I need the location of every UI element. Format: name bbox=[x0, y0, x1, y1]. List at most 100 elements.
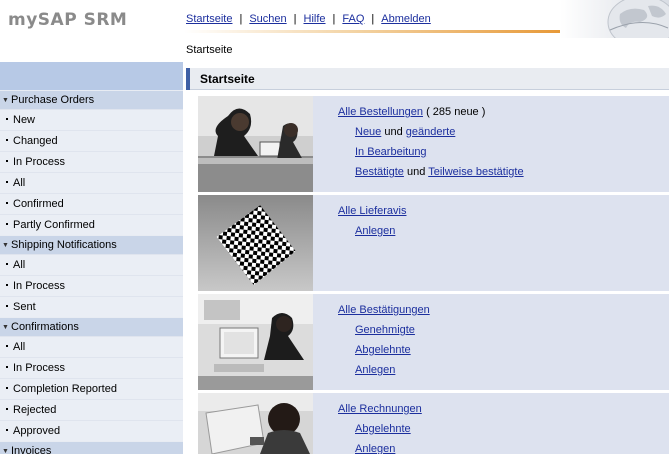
header: mySAP SRM Startseite | Suchen | Hilfe | FAQ | Ab… bbox=[0, 0, 669, 62]
sidebar-item-label: In Process bbox=[13, 280, 65, 292]
sidebar-item-conf-rejected[interactable]: Rejected bbox=[0, 399, 183, 420]
sidebar-item-label: In Process bbox=[13, 156, 65, 168]
sidebar-item-label: Sent bbox=[13, 301, 36, 313]
sidebar-item-po-all[interactable]: All bbox=[0, 172, 183, 193]
office-meeting-photo bbox=[198, 96, 313, 192]
shipping-links: Alle Lieferavis Anlegen bbox=[338, 205, 406, 245]
shipping-row-create: Anlegen bbox=[338, 225, 406, 245]
changed-orders-link[interactable]: geänderte bbox=[406, 126, 456, 138]
nav-separator: | bbox=[293, 13, 297, 25]
bullet-icon bbox=[6, 223, 8, 225]
orders-row-confirmed: Bestätigte und Teilweise bestätigte bbox=[338, 166, 524, 186]
nav-separator: | bbox=[371, 13, 375, 25]
sidebar-item-po-in-process[interactable]: In Process bbox=[0, 151, 183, 172]
shipping-row-all: Alle Lieferavis bbox=[338, 205, 406, 225]
invoices-row-rejected: Abgelehnte bbox=[338, 423, 422, 443]
and-text: und bbox=[406, 166, 426, 178]
main-content: Startseite Alle Bestellungen ( 285 neue … bbox=[186, 62, 669, 454]
confirmations-row-create: Anlegen bbox=[338, 364, 430, 384]
in-process-orders-link[interactable]: In Bearbeitung bbox=[355, 146, 427, 158]
sidebar-section-label: Purchase Orders bbox=[11, 94, 95, 106]
bullet-icon bbox=[6, 263, 8, 265]
nav-separator: | bbox=[332, 13, 336, 25]
title-accent-bar bbox=[186, 68, 190, 90]
all-shipping-notifications-link[interactable]: Alle Lieferavis bbox=[338, 205, 406, 217]
sidebar-section-invoices[interactable]: ▼ Invoices bbox=[0, 441, 183, 454]
nav-separator: | bbox=[239, 13, 243, 25]
all-confirmations-link[interactable]: Alle Bestätigungen bbox=[338, 304, 430, 316]
sidebar-item-conf-all[interactable]: All bbox=[0, 336, 183, 357]
sidebar-item-po-confirmed[interactable]: Confirmed bbox=[0, 193, 183, 214]
sidebar-item-sn-in-process[interactable]: In Process bbox=[0, 275, 183, 296]
sidebar-section-purchase-orders[interactable]: ▼ Purchase Orders bbox=[0, 90, 183, 109]
sidebar: ▼ Purchase Orders New Changed In Process … bbox=[0, 62, 183, 454]
bullet-icon bbox=[6, 305, 8, 307]
breadcrumb: Startseite bbox=[186, 44, 233, 56]
shipping-block: Alle Lieferavis Anlegen bbox=[198, 195, 669, 291]
sidebar-item-conf-completion-reported[interactable]: Completion Reported bbox=[0, 378, 183, 399]
bullet-icon bbox=[6, 284, 8, 286]
invoices-links: Alle Rechnungen Abgelehnte Anlegen bbox=[338, 403, 422, 454]
app-logo: mySAP SRM bbox=[8, 10, 128, 30]
sidebar-item-sn-all[interactable]: All bbox=[0, 254, 183, 275]
invoices-row-all: Alle Rechnungen bbox=[338, 403, 422, 423]
sidebar-item-label: Approved bbox=[13, 425, 61, 437]
confirmations-links: Alle Bestätigungen Genehmigte Abgelehnte… bbox=[338, 304, 430, 384]
sidebar-section-label: Confirmations bbox=[11, 321, 79, 333]
sidebar-item-po-changed[interactable]: Changed bbox=[0, 130, 183, 151]
and-text: und bbox=[384, 126, 403, 138]
sidebar-item-label: All bbox=[13, 259, 26, 271]
confirmations-row-all: Alle Bestätigungen bbox=[338, 304, 430, 324]
rejected-invoices-link[interactable]: Abgelehnte bbox=[355, 423, 411, 435]
sidebar-item-po-new[interactable]: New bbox=[0, 109, 183, 130]
sidebar-section-label: Invoices bbox=[11, 445, 52, 454]
bullet-icon bbox=[6, 160, 8, 162]
globe-decoration-icon bbox=[560, 0, 669, 38]
bullet-icon bbox=[6, 118, 8, 120]
sidebar-item-po-partly-confirmed[interactable]: Partly Confirmed bbox=[0, 214, 183, 235]
orders-row-in-process: In Bearbeitung bbox=[338, 146, 524, 166]
nav-link-abmelden[interactable]: Abmelden bbox=[381, 13, 431, 25]
sidebar-item-label: All bbox=[13, 341, 26, 353]
sidebar-item-label: Partly Confirmed bbox=[13, 219, 95, 231]
nav-link-suchen[interactable]: Suchen bbox=[249, 13, 286, 25]
nav-link-hilfe[interactable]: Hilfe bbox=[304, 13, 326, 25]
sidebar-item-sn-sent[interactable]: Sent bbox=[0, 296, 183, 317]
confirmations-row-approved: Genehmigte bbox=[338, 324, 430, 344]
sidebar-item-label: In Process bbox=[13, 362, 65, 374]
bullet-icon bbox=[6, 202, 8, 204]
create-shipping-notification-link[interactable]: Anlegen bbox=[355, 225, 395, 237]
confirmed-orders-link[interactable]: Bestätigte bbox=[355, 166, 404, 178]
sidebar-item-label: Rejected bbox=[13, 404, 57, 416]
approved-confirmations-link[interactable]: Genehmigte bbox=[355, 324, 415, 336]
partly-confirmed-orders-link[interactable]: Teilweise bestätigte bbox=[428, 166, 523, 178]
new-orders-link[interactable]: Neue bbox=[355, 126, 381, 138]
nav-link-faq[interactable]: FAQ bbox=[342, 13, 364, 25]
sidebar-header-bar bbox=[0, 62, 183, 90]
invoices-block: Alle Rechnungen Abgelehnte Anlegen bbox=[198, 393, 669, 454]
person-with-phone-photo bbox=[198, 393, 313, 454]
bullet-icon bbox=[6, 366, 8, 368]
orders-row-all: Alle Bestellungen ( 285 neue ) bbox=[338, 106, 524, 126]
nav-link-startseite[interactable]: Startseite bbox=[186, 13, 232, 25]
sidebar-section-label: Shipping Notifications bbox=[11, 239, 117, 251]
sidebar-section-confirmations[interactable]: ▼ Confirmations bbox=[0, 317, 183, 336]
orders-block: Alle Bestellungen ( 285 neue ) Neue und … bbox=[198, 96, 669, 192]
sidebar-section-shipping-notifications[interactable]: ▼ Shipping Notifications bbox=[0, 235, 183, 254]
create-invoice-link[interactable]: Anlegen bbox=[355, 443, 395, 454]
sidebar-item-conf-approved[interactable]: Approved bbox=[0, 420, 183, 441]
bullet-icon bbox=[6, 345, 8, 347]
orders-row-new-changed: Neue und geänderte bbox=[338, 126, 524, 146]
all-invoices-link[interactable]: Alle Rechnungen bbox=[338, 403, 422, 415]
bullet-icon bbox=[6, 181, 8, 183]
sidebar-item-conf-in-process[interactable]: In Process bbox=[0, 357, 183, 378]
create-confirmation-link[interactable]: Anlegen bbox=[355, 364, 395, 376]
new-orders-count: ( 285 neue ) bbox=[426, 106, 486, 118]
all-orders-link[interactable]: Alle Bestellungen bbox=[338, 106, 423, 118]
bullet-icon bbox=[6, 387, 8, 389]
sidebar-item-label: All bbox=[13, 177, 26, 189]
rejected-confirmations-link[interactable]: Abgelehnte bbox=[355, 344, 411, 356]
computer-workstation-photo bbox=[198, 294, 313, 390]
triangle-down-icon: ▼ bbox=[2, 324, 9, 331]
nav-underline-gradient bbox=[184, 30, 614, 33]
